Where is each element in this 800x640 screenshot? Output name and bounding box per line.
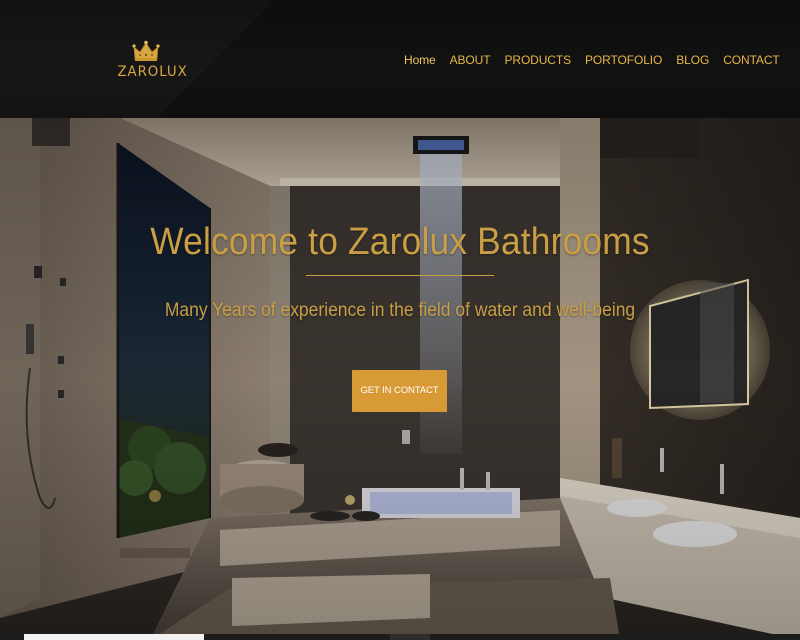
hero-title: Welcome to Zarolux Bathrooms [150,221,650,263]
main-nav: Home ABOUT PRODUCTS PORTOFOLIO BLOG CONT… [404,53,794,67]
nav-blog[interactable]: BLOG [676,53,709,67]
hero-divider [306,275,494,276]
nav-products[interactable]: PRODUCTS [504,53,571,67]
brand-name: ZAROLUX [117,64,188,80]
nav-about[interactable]: ABOUT [450,53,491,67]
nav-portofolio[interactable]: PORTOFOLIO [585,53,662,67]
hero-banner: Welcome to Zarolux Bathrooms Many Years … [0,118,800,640]
crown-icon [116,40,176,62]
nav-home[interactable]: Home [404,53,436,67]
page: ZAROLUX Home ABOUT PRODUCTS PORTOFOLIO B… [0,0,800,640]
bottom-strip [0,634,800,640]
bottom-strip-segment [390,634,430,640]
bottom-strip-segment [24,634,204,640]
nav-contact[interactable]: CONTACT [723,53,780,67]
brand-logo[interactable]: ZAROLUX [116,40,188,88]
get-in-contact-button[interactable]: GET IN CONTACT [352,370,447,412]
site-header: ZAROLUX Home ABOUT PRODUCTS PORTOFOLIO B… [0,0,800,118]
hero-subtitle: Many Years of experience in the field of… [164,300,636,321]
